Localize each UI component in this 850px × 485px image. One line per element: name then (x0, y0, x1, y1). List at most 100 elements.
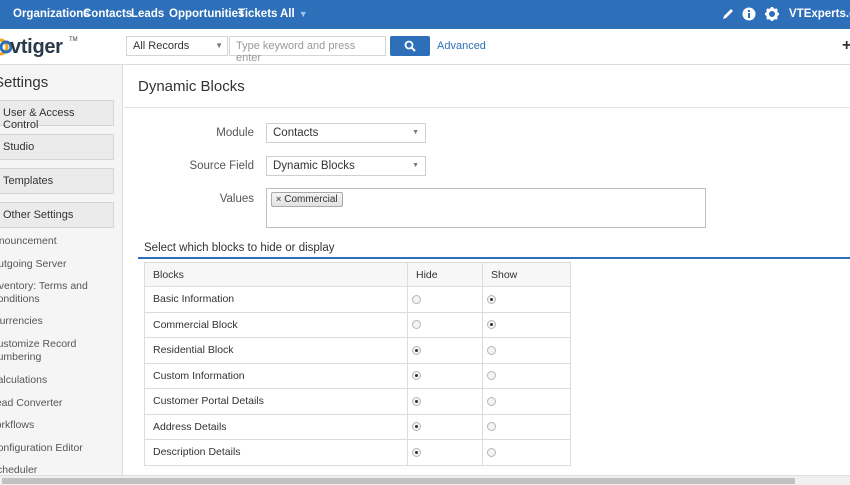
show-radio[interactable] (487, 294, 496, 304)
scrollbar-thumb[interactable] (2, 478, 795, 484)
horizontal-scrollbar[interactable] (0, 475, 850, 485)
value-tag: × Commercial (271, 192, 343, 207)
sidebar-link-record-numbering[interactable]: Customize Record Numbering (0, 338, 114, 364)
show-cell (482, 439, 571, 466)
hide-cell (407, 286, 483, 313)
nav-organizations[interactable]: Organizations (13, 8, 90, 20)
show-radio[interactable] (487, 345, 496, 355)
hide-radio[interactable] (412, 447, 421, 457)
block-name: Commercial Block (144, 311, 408, 338)
hide-radio[interactable] (412, 345, 421, 355)
filter-value: All Records (133, 40, 190, 52)
sidebar-block-templates[interactable]: Templates (0, 168, 114, 194)
table-row: Customer Portal Details (144, 388, 571, 415)
nav-leads[interactable]: Leads (131, 8, 164, 20)
nav-contacts[interactable]: Contacts (83, 8, 132, 20)
sidebar-link-configuration-editor[interactable]: Configuration Editor (0, 442, 114, 455)
sidebar-link-calculations[interactable]: Calculations (0, 374, 114, 387)
show-cell (482, 311, 571, 338)
blocks-section-title: Select which blocks to hide or display (144, 242, 335, 254)
section-divider (138, 257, 850, 259)
show-cell (482, 388, 571, 415)
search-icon (404, 40, 416, 52)
block-name: Basic Information (144, 286, 408, 313)
value-tag-label: Commercial (284, 194, 338, 205)
nav-all-menu[interactable]: All ▼ (280, 8, 308, 20)
search-button[interactable] (390, 36, 430, 56)
hide-radio[interactable] (412, 422, 421, 432)
nav-tickets[interactable]: Tickets (238, 8, 277, 20)
main-content: Dynamic Blocks Module Contacts ▼ Source … (124, 65, 850, 475)
values-label: Values (219, 193, 254, 205)
sidebar-link-lead-converter[interactable]: Lead Converter (0, 397, 114, 410)
block-name: Description Details (144, 439, 408, 466)
nav-all-label: All (280, 8, 295, 20)
gear-icon[interactable] (764, 6, 780, 22)
sidebar-link-terms-conditions[interactable]: Inventory: Terms and Conditions (0, 280, 114, 306)
vtiger-logo[interactable]: vtiger TM (0, 32, 100, 62)
hide-cell (407, 337, 483, 364)
hide-cell (407, 362, 483, 389)
remove-tag-icon[interactable]: × (276, 194, 281, 204)
sidebar-link-outgoing-server[interactable]: Outgoing Server (0, 258, 114, 271)
sidebar-link-currencies[interactable]: Currencies (0, 315, 116, 328)
show-radio[interactable] (487, 422, 496, 432)
nav-opportunities[interactable]: Opportunities (169, 8, 244, 20)
sidebar-block-studio[interactable]: Studio (0, 134, 114, 160)
blocks-table: Blocks Hide Show Basic Information Commer… (144, 262, 571, 466)
module-select-value: Contacts (273, 127, 319, 139)
show-radio[interactable] (487, 371, 496, 381)
table-row: Custom Information (144, 362, 571, 389)
search-module-filter[interactable]: All Records ▼ (126, 36, 228, 56)
chevron-down-icon: ▼ (215, 41, 223, 50)
quick-create-button[interactable]: + (842, 37, 850, 55)
hide-radio[interactable] (412, 371, 421, 381)
hide-radio[interactable] (412, 294, 421, 304)
sidebar-link-announcement[interactable]: Announcement (0, 235, 110, 248)
logo-trademark: TM (69, 37, 78, 43)
source-field-select[interactable]: Dynamic Blocks ▼ (266, 156, 426, 176)
show-radio[interactable] (487, 320, 496, 330)
table-header-row: Blocks Hide Show (144, 262, 571, 287)
sidebar-block-label: Other Settings (3, 209, 74, 221)
sidebar-link-workflows[interactable]: Workflows (0, 419, 110, 432)
advanced-search-link[interactable]: Advanced (437, 40, 486, 52)
sidebar-block-other-settings[interactable]: Other Settings (0, 202, 114, 228)
page-title: Dynamic Blocks (138, 78, 245, 95)
top-navigation-bar: Organizations Contacts Leads Opportuniti… (0, 0, 850, 29)
search-header: vtiger TM All Records ▼ Type keyword and… (0, 29, 850, 65)
table-row: Address Details (144, 413, 571, 440)
table-row: Commercial Block (144, 311, 571, 338)
column-header-show: Show (482, 262, 571, 287)
sidebar-block-user-access-control[interactable]: User & Access Control (0, 100, 114, 131)
sidebar-title: Settings (0, 74, 49, 91)
block-name: Address Details (144, 413, 408, 440)
show-cell (482, 362, 571, 389)
hide-radio[interactable] (412, 396, 421, 406)
title-divider (124, 107, 850, 108)
pen-icon[interactable] (720, 6, 736, 22)
column-header-blocks: Blocks (144, 262, 408, 287)
sidebar-link-scheduler[interactable]: Scheduler (0, 464, 114, 475)
global-search-input[interactable]: Type keyword and press enter (229, 36, 386, 64)
hide-cell (407, 439, 483, 466)
values-multiselect[interactable]: × Commercial (266, 188, 706, 228)
hide-cell (407, 413, 483, 440)
table-row: Basic Information (144, 286, 571, 313)
block-name: Customer Portal Details (144, 388, 408, 415)
info-icon[interactable] (741, 6, 757, 22)
source-field-value: Dynamic Blocks (273, 160, 355, 172)
sidebar-block-label: Studio (3, 141, 35, 153)
module-select[interactable]: Contacts ▼ (266, 123, 426, 143)
block-name: Custom Information (144, 362, 408, 389)
show-radio[interactable] (487, 396, 496, 406)
logo-text: vtiger (10, 36, 63, 58)
settings-sidebar: Settings User & Access Control Studio Te… (0, 65, 123, 475)
module-label: Module (216, 127, 254, 139)
source-field-label: Source Field (189, 160, 254, 172)
user-menu[interactable]: VTExperts.com (789, 8, 850, 20)
hide-radio[interactable] (412, 320, 421, 330)
show-cell (482, 337, 571, 364)
show-radio[interactable] (487, 447, 496, 457)
hide-cell (407, 311, 483, 338)
